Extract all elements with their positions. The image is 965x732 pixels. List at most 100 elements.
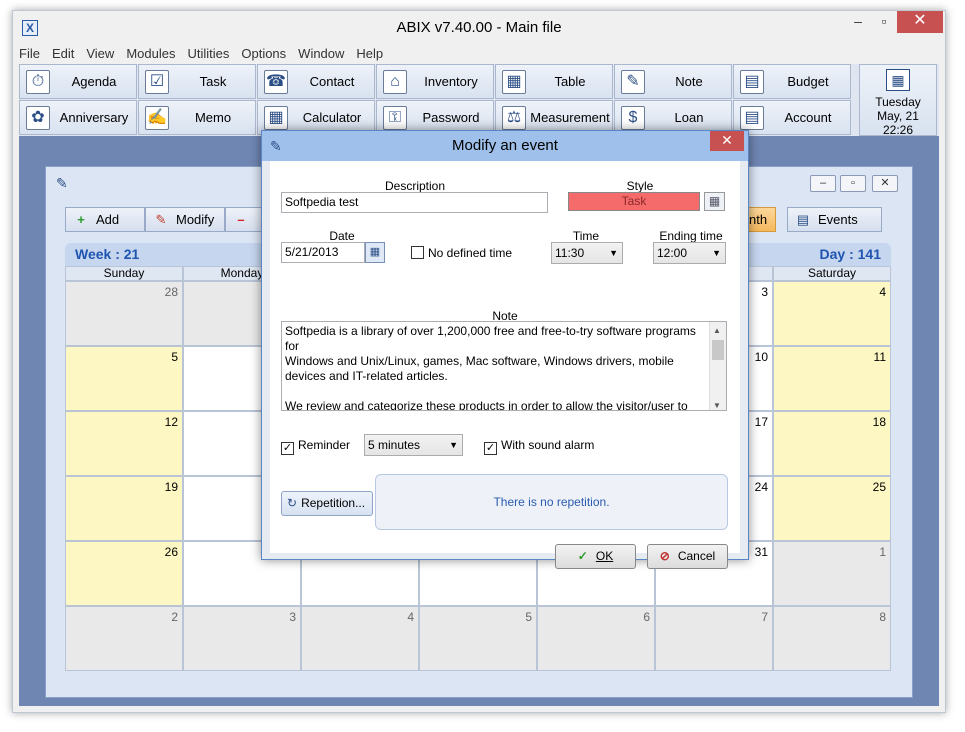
agenda-close-button[interactable]: ✕ [872, 175, 898, 192]
scroll-thumb[interactable] [712, 340, 724, 360]
day-cell[interactable]: 19 [65, 476, 183, 541]
date-clock-button[interactable]: ▦ Tuesday May, 21 22:26 [859, 64, 937, 137]
clock-date: May, 21 [877, 109, 919, 123]
day-number: 10 [754, 350, 768, 364]
day-number: 3 [289, 610, 296, 624]
day-cell[interactable]: 3 [183, 606, 301, 671]
day-cell[interactable]: 4 [773, 281, 891, 346]
menu-bar: File Edit View Modules Utilities Options Windo… [13, 44, 945, 64]
date-picker-icon[interactable]: ▦ [365, 242, 385, 263]
day-cell[interactable]: 28 [65, 281, 183, 346]
add-event-button[interactable]: + Add [65, 207, 145, 232]
day-number: 18 [872, 415, 886, 429]
repetition-button[interactable]: ↻ Repetition... [281, 491, 373, 516]
reminder-select[interactable]: 5 minutes ▼ [364, 434, 463, 456]
dialog-close-button[interactable]: ✕ [710, 131, 744, 151]
style-grid-icon[interactable]: ▦ [704, 192, 725, 211]
day-cell[interactable]: 5 [65, 346, 183, 411]
day-cell[interactable]: 1 [773, 541, 891, 606]
menu-help[interactable]: Help [350, 44, 389, 64]
module-toolbar: ⏱ Agenda ☑ Task ☎ Contact ⌂ Inventory ▦ Table… [19, 64, 939, 137]
inventory-icon: ⌂ [383, 70, 407, 94]
note-line: Windows and Unix/Linux, games, Mac softw… [285, 354, 674, 368]
checkmark-icon: ✓ [484, 442, 497, 455]
anniversary-button[interactable]: ✿ Anniversary [19, 100, 137, 135]
calculator-icon: ▦ [264, 106, 288, 130]
menu-window[interactable]: Window [292, 44, 350, 64]
memo-icon: ✍ [145, 106, 169, 130]
chevron-down-icon: ▼ [449, 440, 458, 450]
note-line: devices and IT-related articles. [285, 369, 448, 383]
agenda-icon: ⏱ [26, 70, 50, 94]
check-icon: ✓ [577, 549, 588, 563]
events-button[interactable]: ▤ Events [787, 207, 882, 232]
modify-event-dialog: Modify an event ✎ ✕ Description Softpedi… [261, 130, 749, 569]
date-input[interactable]: 5/21/2013 [281, 242, 365, 263]
day-number: 31 [754, 545, 768, 559]
day-cell[interactable]: 26 [65, 541, 183, 606]
note-line [285, 384, 706, 399]
reminder-checkbox[interactable]: ✓ Reminder [281, 438, 350, 455]
style-swatch[interactable]: Task [568, 192, 700, 211]
password-icon: ⚿ [383, 106, 407, 130]
day-cell[interactable]: 12 [65, 411, 183, 476]
day-number: 4 [407, 610, 414, 624]
note-line: We review and categorize these products … [285, 399, 688, 411]
menu-utilities[interactable]: Utilities [181, 44, 235, 64]
day-number: 17 [754, 415, 768, 429]
table-icon: ▦ [502, 70, 526, 94]
note-button[interactable]: ✎ Note [614, 64, 732, 99]
title-bar: X ABIX v7.40.00 - Main file – ▫ ✕ [13, 11, 945, 45]
close-button[interactable]: ✕ [897, 11, 943, 33]
agenda-button[interactable]: ⏱ Agenda [19, 64, 137, 99]
day-number: 5 [171, 350, 178, 364]
agenda-minimize-button[interactable]: – [810, 175, 836, 192]
note-textarea[interactable]: Softpedia is a library of over 1,200,000… [281, 321, 727, 411]
ok-button[interactable]: ✓ OK [555, 544, 636, 569]
repetition-status: There is no repetition. [375, 474, 728, 530]
style-label: Style [626, 179, 654, 193]
account-icon: ▤ [740, 106, 764, 130]
menu-modules[interactable]: Modules [120, 44, 181, 64]
account-button[interactable]: ▤ Account [733, 100, 851, 135]
description-input[interactable]: Softpedia test [281, 192, 548, 213]
table-button[interactable]: ▦ Table [495, 64, 613, 99]
day-cell[interactable]: 5 [419, 606, 537, 671]
sound-alarm-checkbox[interactable]: ✓ With sound alarm [484, 438, 594, 455]
calendar-icon: ▦ [886, 69, 910, 91]
ending-time-select[interactable]: 12:00 ▼ [653, 242, 726, 264]
no-defined-time-checkbox[interactable]: No defined time [411, 246, 512, 260]
day-cell[interactable]: 8 [773, 606, 891, 671]
cancel-button[interactable]: ⊘ Cancel [647, 544, 728, 569]
maximize-button[interactable]: ▫ [869, 11, 899, 33]
agenda-restore-button[interactable]: ▫ [840, 175, 866, 192]
day-cell[interactable]: 11 [773, 346, 891, 411]
menu-view[interactable]: View [80, 44, 120, 64]
contact-icon: ☎ [264, 70, 288, 94]
memo-button[interactable]: ✍ Memo [138, 100, 256, 135]
delete-event-button[interactable]: – [225, 207, 265, 232]
modify-event-button[interactable]: ✎ Modify [145, 207, 225, 232]
plus-icon: + [77, 212, 85, 227]
note-scrollbar[interactable]: ▲ ▼ [709, 322, 726, 410]
checkmark-icon: ✓ [281, 442, 294, 455]
menu-options[interactable]: Options [235, 44, 292, 64]
month-view-button[interactable]: nth [746, 207, 776, 232]
contact-button[interactable]: ☎ Contact [257, 64, 375, 99]
day-cell[interactable]: 18 [773, 411, 891, 476]
loan-icon: $ [621, 106, 645, 130]
scroll-down-icon[interactable]: ▼ [713, 398, 721, 410]
scroll-up-icon[interactable]: ▲ [713, 323, 721, 338]
inventory-button[interactable]: ⌂ Inventory [376, 64, 494, 99]
day-cell[interactable]: 25 [773, 476, 891, 541]
task-button[interactable]: ☑ Task [138, 64, 256, 99]
menu-file[interactable]: File [13, 44, 46, 64]
day-cell[interactable]: 7 [655, 606, 773, 671]
day-header: Sunday [65, 266, 183, 281]
budget-button[interactable]: ▤ Budget [733, 64, 851, 99]
menu-edit[interactable]: Edit [46, 44, 80, 64]
day-cell[interactable]: 4 [301, 606, 419, 671]
day-cell[interactable]: 2 [65, 606, 183, 671]
time-select[interactable]: 11:30 ▼ [551, 242, 623, 264]
day-cell[interactable]: 6 [537, 606, 655, 671]
